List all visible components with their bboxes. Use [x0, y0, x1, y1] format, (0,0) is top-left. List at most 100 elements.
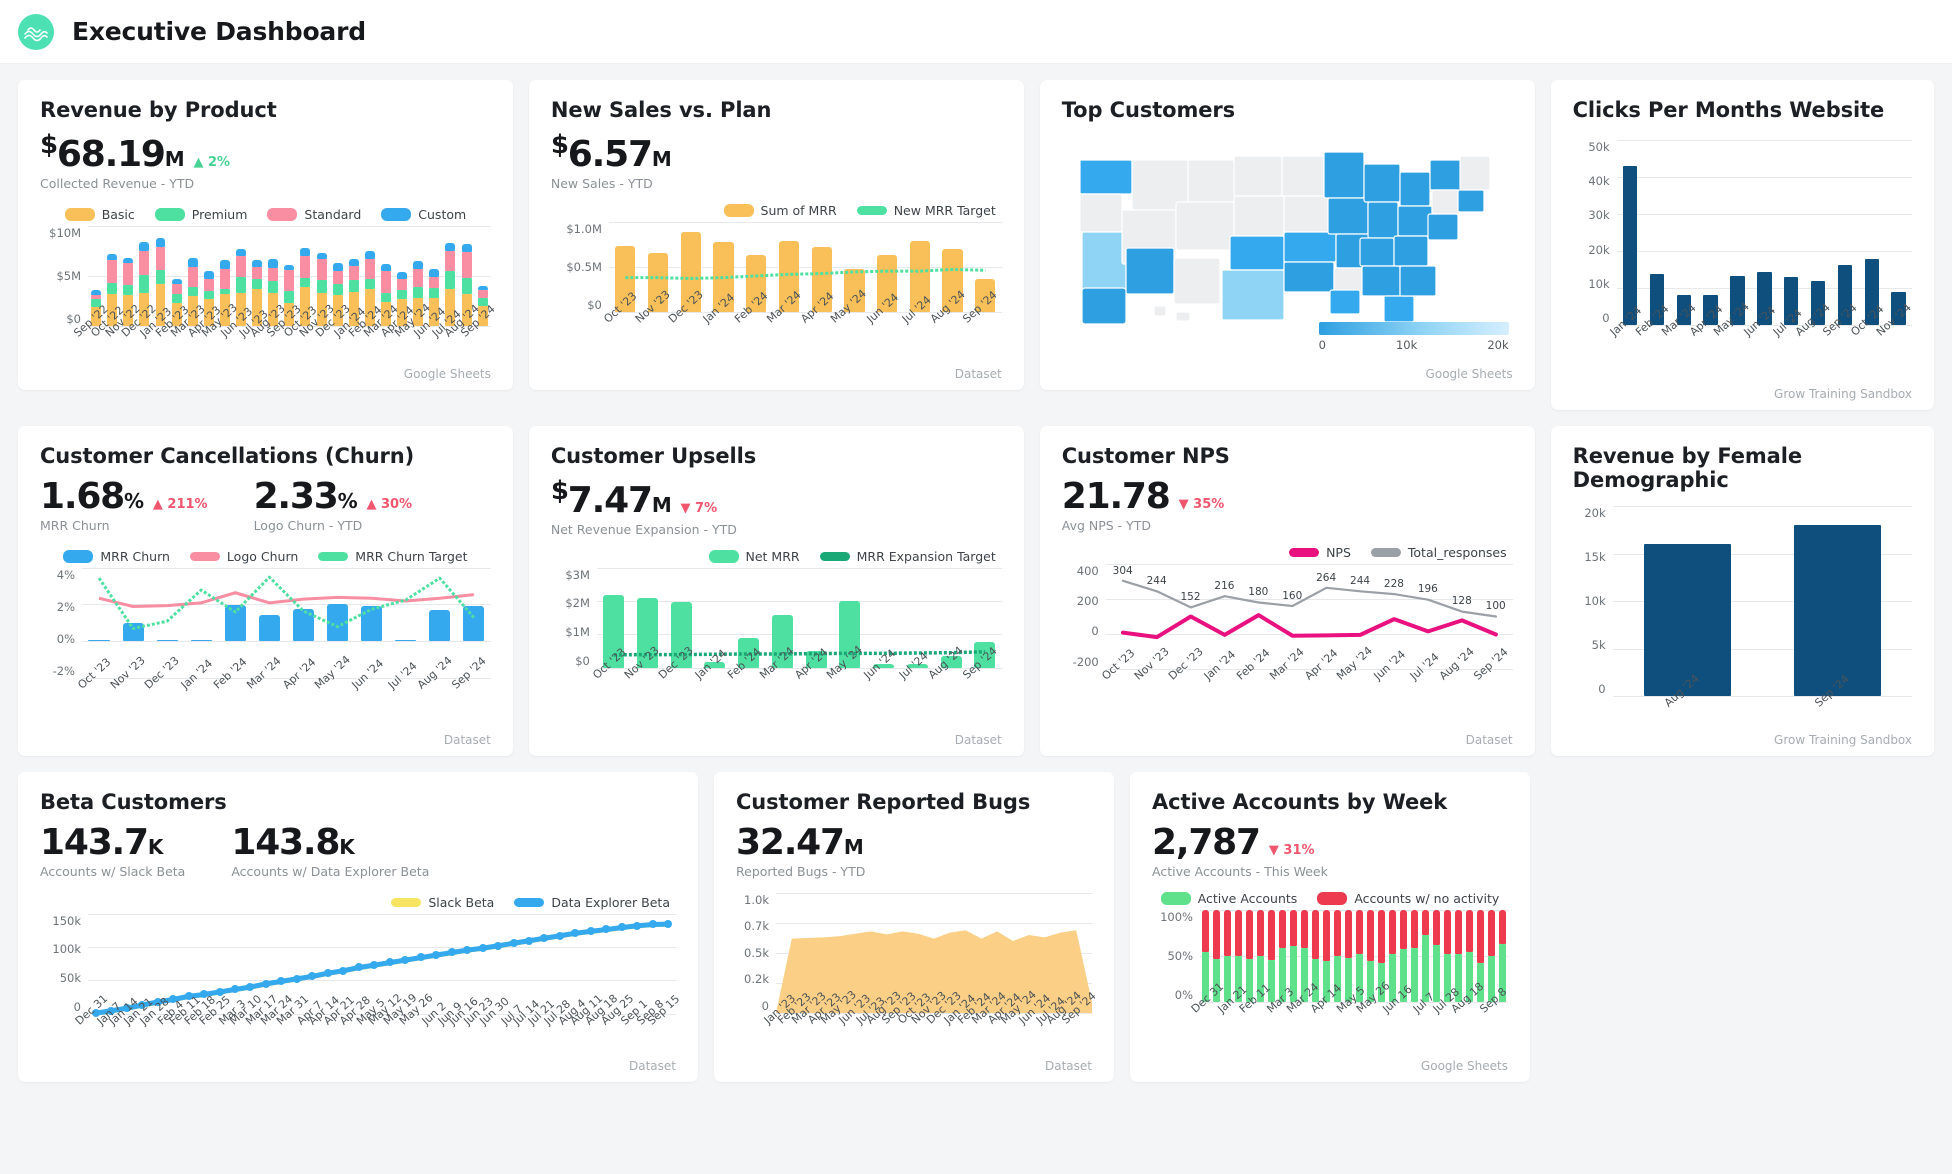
card-active-accounts-by-week[interactable]: Active Accounts by Week 2,787 ▼ 31% Activ… [1130, 772, 1530, 1082]
x-tick: Jul '24 [897, 649, 931, 682]
card-customer-nps[interactable]: Customer NPS 21.78 ▼ 35% Avg NPS - YTD NP… [1039, 426, 1535, 756]
legend-swatch-icon [514, 897, 545, 907]
y-axis: $1.0M $0.5M $0 [551, 222, 609, 312]
data-label: 128 [1451, 595, 1472, 608]
legend-item-sum-of-mrr[interactable]: Sum of MRR [723, 203, 837, 218]
card-customer-reported-bugs[interactable]: Customer Reported Bugs 32.47M Reported B… [714, 772, 1114, 1082]
x-tick: Jun 16 [1380, 982, 1416, 1016]
legend-item-new-mrr-target[interactable]: New MRR Target [856, 203, 996, 218]
card-top-customers[interactable]: Top Customers 0 10k 20k Google Sheets [1039, 80, 1535, 390]
legend-item-mrr-expansion-target[interactable]: MRR Expansion Target [819, 549, 996, 564]
chart-legend: Basic Premium Standard Custom [40, 207, 491, 222]
chart-new-sales[interactable]: $1.0M $0.5M $0 [551, 221, 1002, 313]
legend-label: Basic [101, 206, 135, 222]
kpi-collected-revenue: $68.19M ▲ 2% Collected Revenue - YTD [40, 131, 230, 190]
legend-item-basic[interactable]: Basic [64, 206, 135, 222]
y-tick: $1M [565, 625, 590, 640]
x-tick: May '24 [828, 286, 870, 326]
x-tick: May '24 [823, 642, 865, 682]
x-tick: Sep '24 [960, 644, 1000, 682]
y-tick: $0 [575, 653, 590, 668]
plot-area [1616, 140, 1913, 326]
x-tick: Nov '23 [107, 653, 148, 692]
legend-item-logo-churn[interactable]: Logo Churn [189, 548, 299, 564]
legend-swatch-icon [819, 551, 850, 561]
kpi-avg-nps: 21.78 ▼ 35% Avg NPS - YTD [1062, 478, 1513, 533]
kpi-number: 143.7 [40, 822, 149, 863]
legend-item-custom[interactable]: Custom [381, 207, 466, 222]
y-tick: 0% [1174, 987, 1193, 1002]
kpi-number: 32.47 [736, 822, 845, 863]
color-scale-bar [1318, 322, 1509, 335]
x-tick: Jun '24 [1741, 303, 1779, 339]
x-axis: Jan '23 Feb '23 Mar '23 Apr '23 May '23 Jun '… [736, 988, 1099, 1070]
dashboard-row-3: Beta Customers 143.7K Accounts w/ Slack … [18, 772, 1934, 1082]
y-tick: 0 [73, 999, 81, 1014]
y-tick: 0 [761, 998, 769, 1013]
y-tick: 50k [1588, 140, 1610, 154]
legend-item-data-explorer-beta[interactable]: Data Explorer Beta [514, 895, 670, 910]
legend-label: Active Accounts [1197, 890, 1298, 906]
kpi-unit: M [651, 147, 672, 171]
chart-usa-choropleth[interactable]: 0 10k 20k [1062, 132, 1513, 378]
scale-tick-max: 20k [1487, 338, 1509, 352]
legend-item-no-activity[interactable]: Accounts w/ no activity [1317, 891, 1499, 906]
legend-label: Custom [418, 206, 467, 222]
legend-item-mrr-churn-target[interactable]: MRR Churn Target [318, 549, 468, 564]
card-title: Clicks Per Months Website [1572, 98, 1885, 122]
y-axis: $3M $2M $1M $0 [551, 568, 597, 668]
card-beta-customers[interactable]: Beta Customers 143.7K Accounts w/ Slack … [18, 772, 698, 1082]
x-tick: Aug '24 [1436, 644, 1477, 683]
y-tick: $0.5M [566, 259, 602, 274]
dashboard-row-2: Customer Cancellations (Churn) 1.68% ▲ 21… [18, 426, 1935, 756]
legend-item-nps[interactable]: NPS [1289, 545, 1351, 560]
y-tick: 0 [1598, 682, 1606, 696]
y-tick: 100k [52, 942, 81, 957]
legend-label: Logo Churn [226, 548, 299, 564]
card-revenue-by-product[interactable]: Revenue by Product $68.19M ▲ 2% Collecte… [18, 80, 513, 390]
data-point [494, 941, 503, 950]
y-axis: 150k 100k 50k 0 [40, 914, 88, 1014]
legend-label: Slack Beta [428, 894, 495, 910]
legend-item-mrr-churn[interactable]: MRR Churn [63, 549, 170, 564]
x-tick: Sep '24 [960, 288, 1000, 326]
y-axis: 1.0k 0.7k 0.5k 0.2k 0 [736, 893, 776, 1013]
card-customer-cancellations[interactable]: Customer Cancellations (Churn) 1.68% ▲ 21… [18, 426, 513, 756]
card-new-sales[interactable]: New Sales vs. Plan $6.57M New Sales - YT… [528, 80, 1024, 390]
y-tick: 50k [59, 971, 81, 986]
legend-item-premium[interactable]: Premium [154, 207, 247, 222]
legend-item-slack-beta[interactable]: Slack Beta [391, 895, 494, 910]
card-customer-upsells[interactable]: Customer Upsells $7.47M ▼ 7% Net Revenue … [528, 426, 1024, 756]
y-tick: 100% [1160, 909, 1193, 924]
legend-item-standard[interactable]: Standard [267, 207, 361, 222]
card-revenue-female-demographic[interactable]: Revenue by Female Demographic 20k 15k 10k 5… [1550, 426, 1935, 756]
card-clicks-per-month[interactable]: Clicks Per Months Website 50k 40k 30k 20k 10… [1550, 80, 1935, 410]
legend-swatch-icon [1317, 891, 1348, 905]
legend-item-total-responses[interactable]: Total_responses [1370, 545, 1507, 560]
x-tick: Jan '24 [178, 656, 216, 692]
kpi-currency: $ [550, 476, 569, 506]
legend-item-active-accounts[interactable]: Active Accounts [1160, 890, 1298, 906]
kpi-label: Accounts w/ Slack Beta [40, 863, 186, 879]
chart-legend: NPS Total_responses [1062, 545, 1513, 560]
legend-item-net-mrr[interactable]: Net MRR [708, 549, 800, 564]
x-tick: Jun '24 [1371, 647, 1409, 683]
y-tick: 20k [1584, 506, 1606, 520]
x-tick: Oct '23 [1098, 646, 1138, 683]
kpi-delta: ▼ 31% [1268, 843, 1315, 858]
kpi-label: Reported Bugs - YTD [736, 863, 866, 879]
y-axis: 400 200 0 -200 [1062, 564, 1106, 669]
chart-clicks[interactable]: 50k 40k 30k 20k 10k 0 [1573, 140, 1913, 326]
usa-map-icon [1079, 151, 1491, 325]
x-tick: Jul '24 [1407, 650, 1442, 683]
card-title: Active Accounts by Week [1152, 790, 1448, 814]
kpi-unit: % [124, 489, 144, 513]
legend-label: NPS [1326, 544, 1351, 560]
card-source: Grow Training Sandbox [1774, 387, 1913, 401]
chart-female-demo[interactable]: 20k 15k 10k 5k 0 [1573, 506, 1913, 697]
kpi-unit: K [339, 835, 355, 859]
data-label: 264 [1316, 571, 1337, 584]
y-tick: $0 [66, 311, 81, 326]
x-tick: Sep '24 [449, 654, 489, 692]
y-tick: 0 [1602, 310, 1610, 325]
